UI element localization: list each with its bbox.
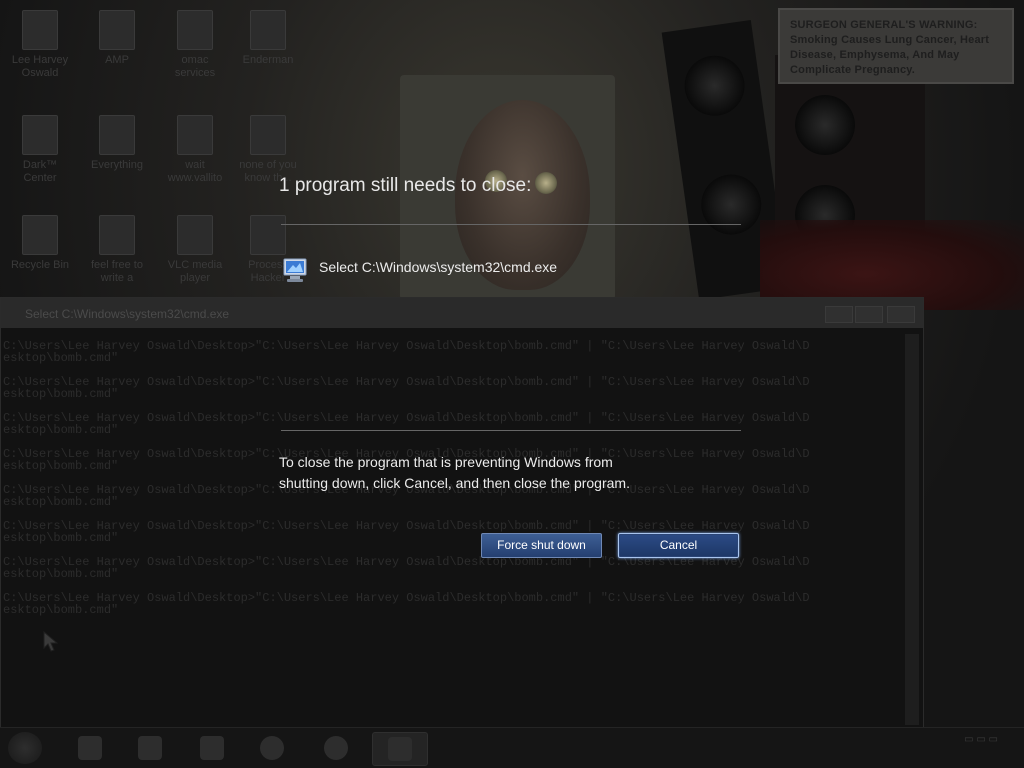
cmd-program-icon [283,258,307,282]
taskbar-app-icon[interactable] [128,732,172,764]
explanation-line-2: shutting down, click Cancel, and then cl… [279,475,630,491]
taskbar-chrome-icon[interactable] [314,732,358,764]
dialog-heading: 1 program still needs to close: [279,175,532,196]
cancel-button[interactable]: Cancel [618,533,739,558]
explanation-line-1: To close the program that is preventing … [279,454,613,470]
taskbar-itunes-icon[interactable] [190,732,234,764]
divider [281,430,741,431]
force-shut-down-button[interactable]: Force shut down [481,533,602,558]
taskbar: ▭ ▭ ▭ [0,727,1024,768]
mouse-cursor-icon [43,631,59,652]
taskbar-cmd-icon[interactable] [372,732,428,766]
divider [281,224,741,225]
blocking-program-name: Select C:\Windows\system32\cmd.exe [319,259,558,275]
shutdown-overlay: 1 program still needs to close: Select C… [0,0,1024,728]
taskbar-firefox-icon[interactable] [250,732,294,764]
start-orb-icon[interactable] [8,732,42,764]
taskbar-media-icon[interactable] [68,732,112,764]
system-tray[interactable]: ▭ ▭ ▭ [964,733,998,747]
dialog-explanation: To close the program that is preventing … [279,452,709,494]
